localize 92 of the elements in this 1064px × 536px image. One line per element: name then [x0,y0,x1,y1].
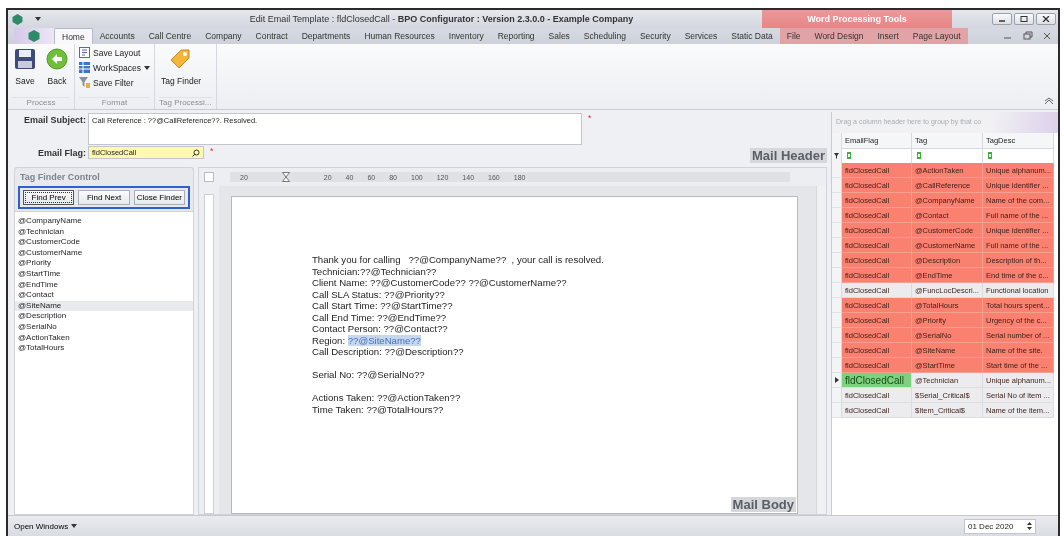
caret-icon [144,65,151,70]
indent-marker-icon[interactable] [281,172,290,182]
caret-icon [71,524,78,528]
finder-button[interactable]: Close Finder [133,190,185,205]
document-text-line: Technician:??@Technician?? [312,265,438,277]
ribbon-tab[interactable]: Accounts [92,28,142,44]
finder-button[interactable]: Find Next [78,190,130,205]
filter-icon [79,77,90,88]
ribbon-tab[interactable]: Call Centre [141,28,199,44]
app-logo-icon [12,13,23,25]
tag-list-item[interactable]: @EndTime [15,279,193,291]
spinner-icon[interactable] [1027,521,1032,531]
maximize-button[interactable] [1014,13,1034,25]
tag-list-item[interactable]: @CompanyName [15,216,193,227]
tab-stop-selector[interactable] [204,172,214,182]
ribbon-tab[interactable]: Company [198,28,249,44]
group-label: Format [79,97,151,109]
ribbon-button[interactable]: Back [44,46,70,97]
ribbon-tab[interactable]: Reporting [490,28,542,44]
tag-list-item[interactable]: @ActionTaken [15,332,193,344]
filter-condition-icon[interactable] [845,152,853,159]
document-text-line: Time Taken: ??@TotalHours?? [312,403,445,415]
document-text-line: Client Name: ??@CustomerCode?? ??@CustomerName?? [312,277,568,289]
ribbon-button[interactable]: WorkSpaces [79,61,151,74]
ribbon-tab[interactable]: Contract [248,28,295,44]
grid-icon [79,62,90,73]
panel-title: Tag Finder Control [20,172,101,182]
close-icon [1042,16,1050,22]
app-logo-icon [28,30,40,42]
mail-header-label: Mail Header [750,148,827,163]
application-menu-button[interactable] [14,28,54,44]
ribbon-button[interactable]: Tag Finder [159,46,204,97]
ribbon-tab[interactable]: Static Data [724,28,780,44]
collapse-ribbon-icon[interactable] [1044,97,1054,105]
group-label: Tag Processi... [159,97,212,109]
ribbon-tab[interactable]: Services [677,28,725,44]
document-text-line: Actions Taken: ??@ActionTaken?? [312,391,462,404]
minimize-button[interactable] [992,13,1012,25]
ribbon-tab[interactable]: Page Layout [905,28,968,44]
document-text-line: Call Description: ??@Description?? [312,346,465,358]
row-indicator[interactable] [832,373,842,388]
tag-list-item[interactable]: @Contact [15,290,193,301]
group-label: Process [12,97,70,109]
ribbon-button[interactable]: Save Filter [79,76,151,89]
tag-list-item[interactable]: @Description [15,311,193,322]
close-button[interactable] [1036,13,1056,25]
ribbon-tab[interactable]: File [779,28,808,44]
open-windows-button[interactable]: Open Windows [14,521,78,531]
layout-icon [79,47,90,58]
filter-condition-icon[interactable] [915,152,923,159]
finder-button[interactable]: Find Prev [23,190,75,205]
window-title: Edit Email Template : fldClosedCall - BPO Configurator : Version 2.3.0.0 - Example Company [248,14,635,24]
required-mark: * [209,146,215,156]
document-text-line: Region: ??@SiteName?? [312,334,422,346]
tag-list-item[interactable]: @CustomerName [15,247,193,259]
mail-body-label: Mail Body [730,497,796,512]
maximize-icon [1020,16,1028,22]
ribbon-button[interactable]: Save Layout [79,46,151,59]
ribbon-tab[interactable]: Word Design [807,28,871,44]
document-text-line: Serial No: ??@SerialNo?? [312,368,426,381]
ribbon-tab[interactable]: Departments [294,28,358,44]
filter-condition-icon[interactable] [986,152,994,159]
tag-list-item[interactable]: @Technician [15,226,193,238]
table-cell: fldClosedCall [842,373,912,388]
scrollbar[interactable] [816,186,826,514]
document-text-line: Call SLA Status: ??@Priority?? [312,288,446,300]
document-text-line: Thank you for calling ??@CompanyName?? , your call is resolved. [312,254,605,266]
ribbon-button[interactable]: Save [12,46,38,97]
context-tab-group: Word Processing Tools [762,10,952,28]
field-label: Email Flag: [37,147,86,158]
ribbon-tab[interactable]: Sales [541,28,577,44]
search-icon[interactable] [192,148,200,157]
filter-icon[interactable] [834,153,839,159]
tag-list-item[interactable]: @CustomerCode [15,237,193,248]
ribbon-tab[interactable]: Home [54,28,93,44]
document-text-line: Call End Time: ??@EndTime?? [312,311,448,323]
required-mark: * [587,113,593,123]
ribbon-tab[interactable]: Insert [870,28,906,44]
tag-list-item[interactable]: @SerialNo [15,321,193,333]
document-text-line: Call Start Time: ??@StartTime?? [312,300,454,312]
document-text-line: Contact Person: ??@Contact?? [312,323,449,335]
tag-list-item[interactable]: @SiteName [15,300,193,312]
ribbon-tab[interactable]: Human Resources [357,28,442,44]
date-field[interactable]: 01 Dec 2020 [964,518,1036,534]
caret-icon [35,17,41,21]
tag-list-item[interactable]: @StartTime [15,268,193,280]
ribbon-tab[interactable]: Scheduling [576,28,633,44]
ribbon-tab[interactable]: Security [632,28,678,44]
tag-list-item[interactable]: @Priority [15,258,193,269]
field-label: Email Subject: [23,114,86,125]
tag-list-item[interactable]: @TotalHours [15,343,193,354]
ribbon-tab[interactable]: Inventory [441,28,491,44]
